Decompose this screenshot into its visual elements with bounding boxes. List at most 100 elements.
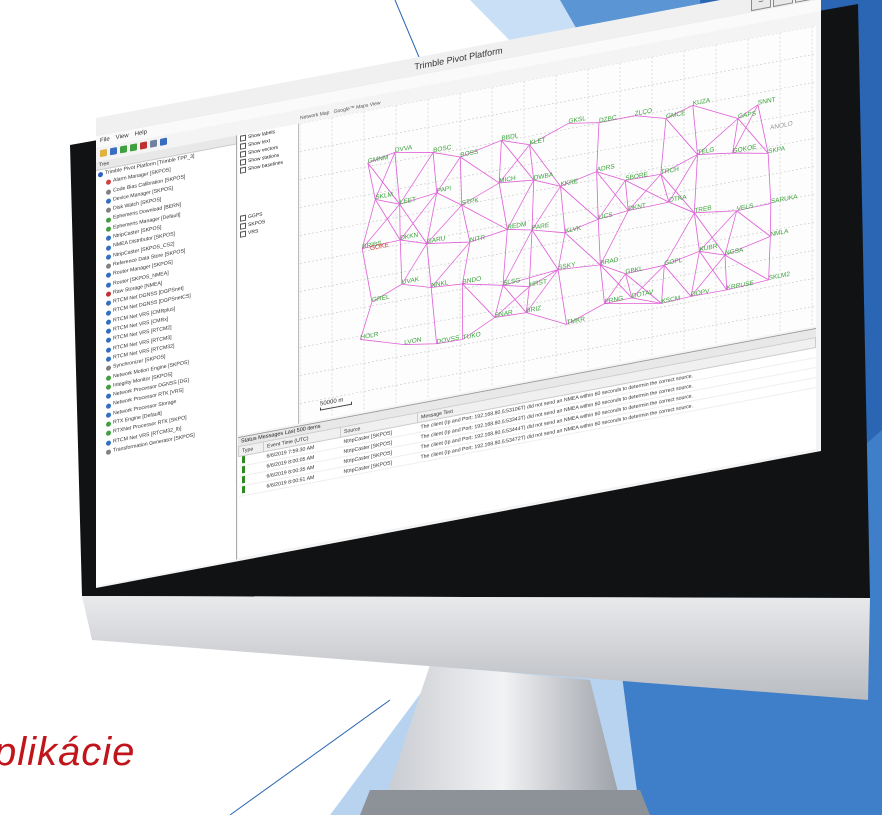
station-label[interactable]: GKSL [569, 115, 587, 125]
station-label[interactable]: GMCE [666, 110, 686, 121]
refresh-icon[interactable] [120, 144, 127, 153]
station-label[interactable]: TRCH [661, 166, 679, 176]
service-icon [106, 179, 111, 186]
service-icon [106, 337, 111, 344]
checkbox[interactable] [240, 214, 246, 222]
settings-icon[interactable] [140, 140, 147, 150]
station-label[interactable]: MICH [499, 175, 516, 185]
station-label[interactable]: DOPV [691, 288, 710, 299]
station-label[interactable]: BOSC [433, 144, 452, 154]
station-label[interactable]: DOTAV [632, 289, 654, 300]
station-label[interactable]: KKRE [560, 178, 578, 188]
station-label[interactable]: ADRS [597, 163, 616, 173]
checkbox[interactable] [240, 150, 246, 158]
station-label[interactable]: KLET [530, 137, 546, 147]
grid-line [300, 81, 816, 180]
station-label[interactable]: SKPA [768, 145, 785, 155]
grid-icon[interactable] [150, 138, 157, 148]
station-label[interactable]: NGSA [725, 247, 744, 258]
station-label[interactable]: GOPL [664, 257, 682, 267]
station-label[interactable]: BOSS [460, 149, 479, 159]
station-label[interactable]: SSKY [558, 261, 576, 271]
checkbox[interactable] [240, 134, 246, 142]
station-label[interactable]: DZBC [599, 114, 617, 124]
add-icon[interactable] [130, 142, 137, 152]
station-label[interactable]: TUKO [463, 331, 481, 341]
station-label[interactable]: GREL [372, 294, 390, 304]
station-label[interactable]: SNAR [495, 309, 513, 319]
station-label-offline[interactable]: ANOLO [770, 120, 793, 131]
station-label[interactable]: BBDL [501, 132, 518, 142]
service-icon [106, 253, 111, 260]
station-label[interactable]: NITR [470, 234, 485, 244]
station-label[interactable]: SKLM2 [769, 271, 791, 282]
service-icon [106, 328, 111, 335]
station-label[interactable]: SARUKA [771, 193, 798, 205]
station-label[interactable]: OTKA [669, 194, 687, 204]
baseline [665, 118, 698, 155]
help-icon[interactable] [160, 137, 167, 146]
station-label[interactable]: DKNT [628, 202, 646, 212]
baseline [557, 269, 567, 325]
station-label[interactable]: DVVA [395, 144, 413, 154]
baseline [660, 118, 667, 175]
service-icon [106, 291, 111, 298]
station-label[interactable]: KUBR [699, 243, 717, 253]
save-icon[interactable] [110, 146, 117, 155]
station-label[interactable]: KUZA [693, 97, 711, 107]
service-icon [106, 198, 111, 205]
service-icon [106, 402, 111, 409]
station-label[interactable]: KLVK [565, 225, 582, 235]
baseline [459, 156, 463, 206]
service-icon [98, 171, 103, 178]
station-label[interactable]: VELS [737, 203, 754, 213]
layer-group-label: VRS [248, 228, 259, 237]
station-label[interactable]: LEET [400, 196, 416, 206]
service-icon [106, 216, 111, 223]
baseline [502, 229, 508, 286]
station-label[interactable]: DOVSS [437, 334, 460, 345]
baseline [361, 248, 373, 303]
checkbox[interactable] [240, 230, 246, 238]
checkbox[interactable] [240, 166, 246, 174]
baseline [767, 153, 772, 204]
station-label[interactable]: LICS [598, 211, 613, 221]
station-label[interactable]: NMLA [770, 228, 789, 238]
station-label[interactable]: KSCM [661, 295, 680, 305]
station-label[interactable]: PRNG [604, 295, 623, 305]
station-label[interactable]: PAPI [437, 185, 451, 195]
checkbox[interactable] [240, 142, 246, 150]
station-label[interactable]: GARU [427, 235, 446, 246]
station-label[interactable]: BRAD [600, 256, 618, 266]
station-label[interactable]: NNKL [431, 279, 449, 289]
station-label[interactable]: GBKL [625, 265, 643, 275]
checkbox[interactable] [240, 222, 246, 230]
monitor-stand [385, 665, 620, 800]
station-label[interactable]: TELG [698, 146, 715, 156]
station-label[interactable]: SBORE [625, 171, 648, 182]
station-label[interactable]: GAPS [738, 110, 757, 120]
service-icon [106, 207, 111, 214]
checkbox[interactable] [240, 158, 246, 166]
station-label[interactable]: KRRUSE [727, 280, 755, 292]
station-label[interactable]: HRST [529, 278, 547, 288]
station-label[interactable]: TREB [694, 204, 712, 214]
service-icon [106, 393, 111, 400]
service-icon [106, 309, 111, 316]
service-icon [106, 263, 111, 270]
service-icon [106, 346, 111, 353]
service-icon [106, 226, 111, 233]
baseline [498, 182, 508, 230]
station-label[interactable]: HOLR [360, 331, 378, 341]
station-label[interactable]: TMKR [567, 316, 586, 326]
station-label[interactable]: DWBA [534, 171, 554, 182]
monitor-base [360, 790, 650, 815]
station-label[interactable]: UVAK [402, 276, 420, 286]
station-label[interactable]: SNNT [758, 96, 776, 106]
station-label[interactable]: LVON [404, 336, 421, 346]
station-label[interactable]: STPK [462, 197, 480, 207]
station-label[interactable]: BRIZ [526, 305, 541, 315]
station-label[interactable]: DKKN [400, 232, 418, 242]
service-icon [106, 319, 111, 326]
open-icon[interactable] [100, 148, 107, 157]
